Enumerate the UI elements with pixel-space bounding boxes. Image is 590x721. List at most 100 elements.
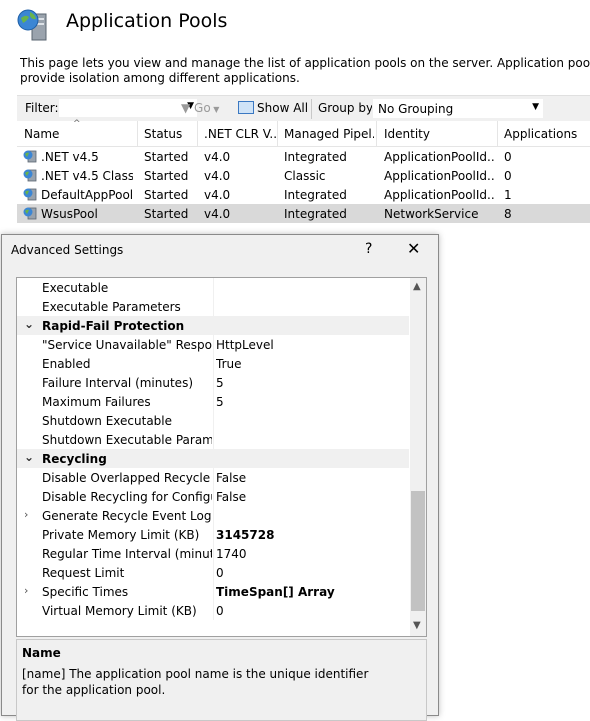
cell-pipeline: Integrated [284,207,347,221]
column-divider [213,468,214,487]
go-label: Go [194,101,211,115]
column-divider [213,506,214,525]
column-header-identity[interactable]: Identity [384,127,494,141]
cell-name: WsusPool [41,207,98,221]
column-separator[interactable] [277,121,278,146]
property-value[interactable]: 0 [216,604,406,618]
description-title: Name [22,646,61,660]
scroll-down-icon[interactable]: ▼ [413,620,421,631]
property-category[interactable]: ⌄ Recycling [17,449,409,468]
property-row[interactable]: › Specific Times TimeSpan[] Array [17,582,409,601]
column-divider [213,563,214,582]
cell-clr: v4.0 [204,207,231,221]
column-header-pipeline[interactable]: Managed Pipel... [284,127,374,141]
scroll-up-icon[interactable]: ▲ [413,281,421,292]
property-row[interactable]: Failure Interval (minutes) 5 [17,373,409,392]
property-row[interactable]: Executable [17,278,409,297]
property-value[interactable]: 1740 [216,547,406,561]
show-all-button[interactable]: Show All [238,101,308,115]
show-all-icon [238,101,254,114]
table-row[interactable]: .NET v4.5 Classic Started v4.0 Classic Appli… [17,166,590,185]
description-line: provide isolation among different applic… [20,71,300,85]
sort-ascending-icon: ^ [73,119,81,129]
property-value[interactable]: 5 [216,376,406,390]
property-row[interactable]: Enabled True [17,354,409,373]
collapse-chevron-icon[interactable]: ⌄ [24,317,34,331]
help-button[interactable]: ? [365,241,372,257]
column-separator[interactable] [137,121,138,146]
cell-status: Started [144,150,189,164]
expand-chevron-icon[interactable]: › [24,508,28,521]
column-header-clr[interactable]: .NET CLR V... [204,127,277,141]
property-row[interactable]: Shutdown Executable [17,411,409,430]
table-row[interactable]: DefaultAppPool Started v4.0 Integrated Appli… [17,185,590,204]
close-button[interactable]: ✕ [407,239,420,258]
column-separator[interactable] [197,121,198,146]
property-value[interactable]: 3145728 [216,528,406,542]
collapse-chevron-icon[interactable]: ⌄ [24,450,34,464]
property-name: Disable Recycling for Configuration Chan… [42,490,212,504]
column-header-applications[interactable]: Applications [504,127,590,141]
group-by-select[interactable]: No Grouping ▼ [372,98,544,119]
property-row[interactable]: › Generate Recycle Event Log Entry [17,506,409,525]
column-divider [213,278,214,297]
property-value[interactable]: 0 [216,566,406,580]
property-value[interactable]: TimeSpan[] Array [216,585,406,599]
property-name: Private Memory Limit (KB) [42,528,200,542]
property-value[interactable]: True [216,357,406,371]
property-row[interactable]: Shutdown Executable Parameters [17,430,409,449]
go-button[interactable]: ▼ Go ▼ [181,101,219,115]
property-row[interactable]: Disable Recycling for Configuration Chan… [17,487,409,506]
expand-chevron-icon[interactable]: › [24,584,28,597]
scroll-thumb[interactable] [411,491,425,611]
vertical-scrollbar[interactable]: ▲ ▼ [410,278,426,636]
table-row[interactable]: .NET v4.5 Started v4.0 Integrated Applicatio… [17,147,590,166]
column-header-status[interactable]: Status [144,127,198,141]
app-pool-icon [23,169,37,182]
cell-clr: v4.0 [204,188,231,202]
property-value[interactable]: 5 [216,395,406,409]
cell-identity: ApplicationPoolId... [384,150,494,164]
cell-name: .NET v4.5 Classic [41,169,133,183]
property-value[interactable]: HttpLevel [216,338,406,352]
column-divider [213,601,214,620]
property-value[interactable]: False [216,490,406,504]
grid-header: Name ^ Status .NET CLR V... Managed Pipe… [17,119,590,147]
property-row[interactable]: Maximum Failures 5 [17,392,409,411]
property-name: Request Limit [42,566,125,580]
property-row[interactable]: Executable Parameters [17,297,409,316]
property-row[interactable]: Private Memory Limit (KB) 3145728 [17,525,409,544]
cell-apps: 0 [504,169,512,183]
category-label: Rapid-Fail Protection [42,319,185,333]
property-row[interactable]: Request Limit 0 [17,563,409,582]
property-row[interactable]: Disable Overlapped Recycle False [17,468,409,487]
property-category[interactable]: ⌄ Rapid-Fail Protection [17,316,409,335]
cell-pipeline: Classic [284,169,326,183]
property-row[interactable]: "Service Unavailable" Response Type HttpL… [17,335,409,354]
column-divider [213,335,214,354]
property-row[interactable]: Regular Time Interval (minutes) 1740 [17,544,409,563]
column-header-name[interactable]: Name [24,127,134,141]
table-row[interactable]: WsusPool Started v4.0 Integrated NetworkServ… [17,204,590,223]
filter-label: Filter: [25,101,59,115]
group-by-value: No Grouping [378,102,454,116]
advanced-settings-dialog: Advanced Settings ? ✕ Executable Executab… [1,234,439,721]
cell-name: .NET v4.5 [41,150,99,164]
cell-status: Started [144,207,189,221]
column-divider [213,354,214,373]
column-divider [213,582,214,601]
cell-status: Started [144,188,189,202]
filter-input[interactable]: ▼ [58,98,198,118]
property-name: Specific Times [42,585,129,599]
property-name: Failure Interval (minutes) [42,376,194,390]
show-all-label: Show All [257,101,309,115]
property-value[interactable]: False [216,471,406,485]
column-divider [213,525,214,544]
property-row[interactable]: Virtual Memory Limit (KB) 0 [17,601,409,620]
column-separator[interactable] [376,121,377,146]
app-pool-icon [23,150,37,163]
cell-clr: v4.0 [204,150,231,164]
column-separator[interactable] [497,121,498,146]
property-name: Regular Time Interval (minutes) [42,547,212,561]
server-globe-icon [17,9,47,41]
